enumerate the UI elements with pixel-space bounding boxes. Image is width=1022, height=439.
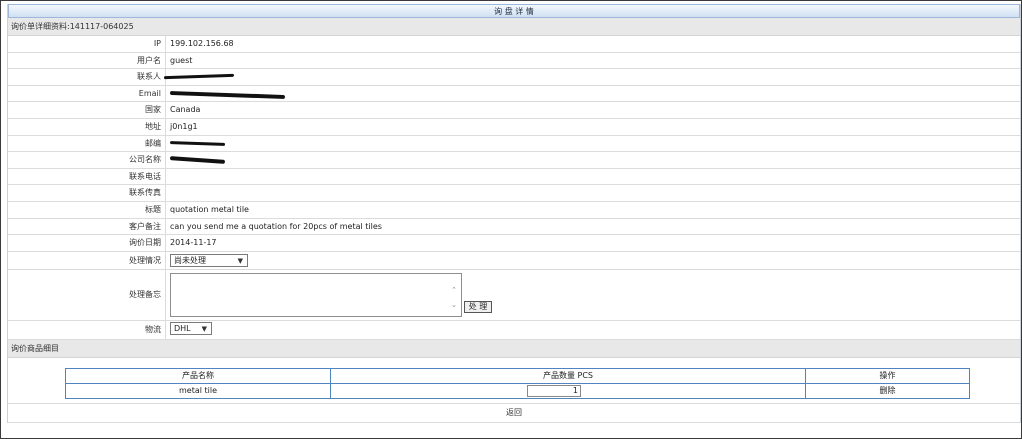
shipping-selected-value: DHL: [174, 323, 191, 333]
field-row-customer-note: 客户备注 can you send me a quotation for 20p…: [8, 218, 1020, 236]
field-row-postcode: 邮编: [8, 135, 1020, 153]
address-value: j0n1g1: [165, 118, 1020, 135]
status-select[interactable]: 尚未处理 ▼: [170, 253, 248, 267]
status-cell: 尚未处理 ▼: [165, 251, 1020, 269]
address-label: 地址: [145, 121, 161, 131]
fax-label: 联系传真: [129, 188, 161, 198]
column-header-action: 操作: [805, 367, 970, 384]
field-row-phone: 联系电话: [8, 168, 1020, 186]
chevron-down-icon: ▼: [201, 324, 207, 333]
phone-label: 联系电话: [129, 171, 161, 181]
field-row-fax: 联系传真: [8, 185, 1020, 202]
field-row-shipping: 物流 DHL ▼: [8, 320, 1020, 340]
chevron-up-icon[interactable]: ⌃: [451, 283, 457, 298]
redaction-mark: [163, 73, 235, 80]
table-row: metal tile 1 删除: [65, 382, 970, 399]
inquiry-panel: 询 盘 详 情 询价单详细资料:141117-064025 IP 199.102…: [7, 4, 1021, 423]
field-row-country: 国家 Canada: [8, 102, 1020, 119]
fax-value: [165, 185, 1020, 201]
country-value: Canada: [165, 102, 1020, 118]
field-row-username: 用户名 guest: [8, 52, 1020, 70]
goods-table-header: 产品名称 产品数量 PCS 操作: [65, 367, 970, 384]
field-row-company: 公司名称: [8, 152, 1020, 169]
phone-value: [165, 168, 1020, 185]
customer-note-value: can you send me a quotation for 20pcs of…: [165, 218, 1020, 235]
postcode-value: [165, 135, 1020, 152]
ip-label: IP: [153, 39, 161, 48]
page-frame: 询 盘 详 情 询价单详细资料:141117-064025 IP 199.102…: [0, 0, 1022, 439]
field-row-subject: 标题 quotation metal tile: [8, 201, 1020, 219]
chevron-down-icon[interactable]: ⌄: [451, 298, 457, 313]
username-value: guest: [165, 52, 1020, 69]
process-note-textarea[interactable]: ⌃ ⌄: [170, 272, 462, 317]
email-label: Email: [138, 88, 161, 98]
inquiry-section-header: 询价单详细资料:141117-064025: [8, 18, 1020, 36]
column-header-product-name: 产品名称: [65, 367, 331, 384]
field-row-email: Email: [8, 85, 1020, 103]
shipping-cell: DHL ▼: [165, 320, 1020, 339]
field-row-address: 地址 j0n1g1: [8, 118, 1020, 136]
column-header-quantity: 产品数量 PCS: [330, 367, 806, 384]
field-row-date: 询价日期 2014-11-17: [8, 235, 1020, 252]
process-note-cell: ⌃ ⌄ 处 理: [165, 269, 1020, 320]
customer-note-label: 客户备注: [129, 221, 161, 231]
contact-label: 联系人: [137, 72, 161, 82]
page-title: 询 盘 详 情: [8, 4, 1020, 18]
username-label: 用户名: [137, 55, 161, 65]
process-button[interactable]: 处 理: [464, 300, 492, 313]
date-value: 2014-11-17: [165, 235, 1020, 251]
field-row-process-note: 处理备忘 ⌃ ⌄ 处 理: [8, 269, 1020, 321]
postcode-label: 邮编: [145, 138, 161, 148]
goods-section-header: 询价商品细目: [8, 339, 1020, 358]
quantity-input[interactable]: 1: [527, 384, 581, 397]
date-label: 询价日期: [129, 238, 161, 248]
chevron-down-icon: ▼: [237, 256, 243, 265]
goods-table-wrap: 产品名称 产品数量 PCS 操作 metal tile 1 删除: [8, 358, 1020, 403]
redaction-mark: [169, 91, 286, 100]
status-label: 处理情况: [129, 255, 161, 265]
process-note-label: 处理备忘: [129, 289, 161, 299]
field-row-contact: 联系人: [8, 69, 1020, 86]
contact-value: [163, 69, 1020, 85]
company-value: [165, 152, 1020, 168]
redaction-mark: [169, 140, 226, 146]
back-link[interactable]: 返回: [8, 402, 1020, 423]
company-label: 公司名称: [129, 155, 161, 165]
quantity-cell: 1: [330, 382, 806, 399]
product-name-cell: metal tile: [65, 382, 331, 399]
delete-link[interactable]: 删除: [805, 382, 970, 399]
ip-value: 199.102.156.68: [165, 36, 1020, 52]
status-selected-value: 尚未处理: [174, 255, 206, 265]
country-label: 国家: [145, 105, 161, 115]
subject-value: quotation metal tile: [165, 201, 1020, 218]
subject-label: 标题: [145, 204, 161, 214]
email-value: [165, 85, 1020, 102]
goods-table: 产品名称 产品数量 PCS 操作 metal tile 1 删除: [65, 367, 970, 399]
shipping-select[interactable]: DHL ▼: [170, 321, 212, 335]
field-row-status: 处理情况 尚未处理 ▼: [8, 251, 1020, 270]
redaction-mark: [169, 155, 226, 164]
field-row-ip: IP 199.102.156.68: [8, 36, 1020, 53]
shipping-label: 物流: [145, 324, 161, 334]
